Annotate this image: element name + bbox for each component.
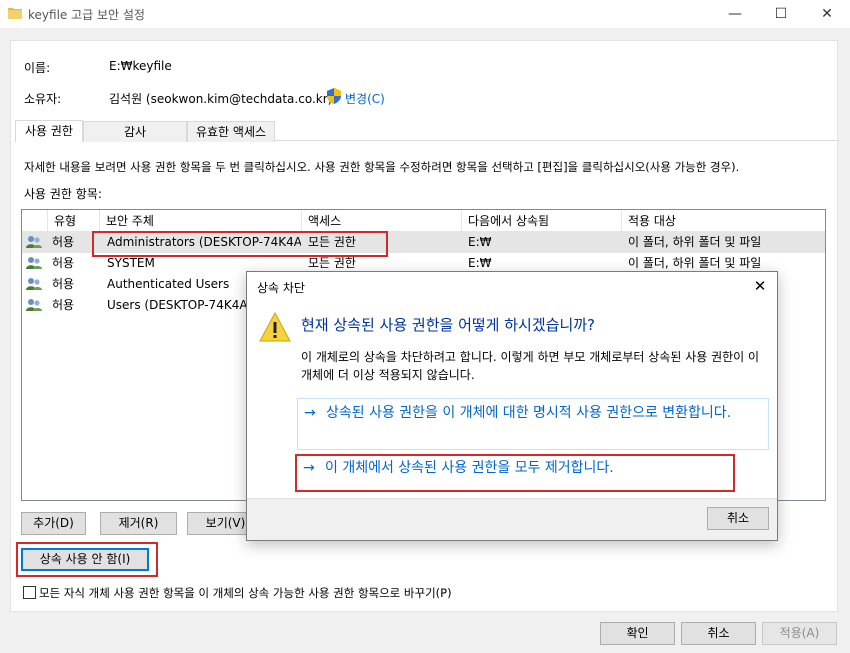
dialog-title: 상속 차단 xyxy=(257,281,305,295)
close-button[interactable]: ✕ xyxy=(804,0,850,28)
cell-type: 허용 xyxy=(52,277,75,291)
column-type[interactable]: 유형 xyxy=(48,210,100,232)
replace-permissions-label: 모든 자식 개체 사용 권한 항목을 이 개체의 상속 가능한 사용 권한 항목… xyxy=(39,586,452,600)
column-principal[interactable]: 보안 주체 xyxy=(100,210,302,232)
dialog-cancel-button[interactable]: 취소 xyxy=(707,507,769,530)
change-owner-link[interactable]: 변경(C) xyxy=(345,90,385,107)
permission-entries-label: 사용 권한 항목: xyxy=(24,187,102,201)
column-access[interactable]: 액세스 xyxy=(302,210,462,232)
add-button[interactable]: 추가(D) xyxy=(21,512,86,535)
column-inherited-from[interactable]: 다음에서 상속됨 xyxy=(462,210,622,232)
title-bar: keyfile 고급 보안 설정 — ☐ ✕ xyxy=(0,0,850,28)
dialog-heading: 현재 상속된 사용 권한을 어떻게 하시겠습니까? xyxy=(301,316,596,334)
apply-button[interactable]: 적용(A) xyxy=(762,622,837,645)
name-value: E:₩keyfile xyxy=(109,59,172,73)
remove-inherited-permissions-option[interactable]: → 이 개체에서 상속된 사용 권한을 모두 제거합니다. xyxy=(297,456,769,482)
ok-button[interactable]: 확인 xyxy=(600,622,675,645)
convert-permissions-label: 상속된 사용 권한을 이 개체에 대한 명시적 사용 권한으로 변환합니다. xyxy=(326,405,732,421)
dialog-footer: 취소 xyxy=(247,498,777,540)
users-icon xyxy=(26,299,42,311)
minimize-button[interactable]: — xyxy=(712,0,758,28)
warning-icon xyxy=(259,312,291,342)
arrow-right-icon: → xyxy=(303,460,315,476)
header-spacer xyxy=(22,210,48,232)
dialog-description: 이 개체로의 상속을 차단하려고 합니다. 이렇게 하면 부모 개체로부터 상속… xyxy=(301,350,760,382)
arrow-right-icon: → xyxy=(304,405,316,421)
window-title: keyfile 고급 보안 설정 xyxy=(28,8,145,22)
cell-type: 허용 xyxy=(52,298,75,312)
users-icon xyxy=(26,236,42,248)
users-icon xyxy=(26,257,42,269)
users-icon xyxy=(26,278,42,290)
folder-icon xyxy=(8,8,22,19)
shield-icon xyxy=(327,88,341,104)
cancel-button[interactable]: 취소 xyxy=(681,622,756,645)
remove-button[interactable]: 제거(R) xyxy=(100,512,177,535)
cell-access: 모든 권한 xyxy=(308,235,356,249)
cell-principal: Administrators (DESKTOP-74K4AP... xyxy=(107,235,301,249)
name-label: 이름: xyxy=(24,61,51,75)
convert-permissions-option[interactable]: → 상속된 사용 권한을 이 개체에 대한 명시적 사용 권한으로 변환합니다. xyxy=(297,398,769,450)
owner-label: 소유자: xyxy=(24,92,62,106)
table-row[interactable]: 허용 Administrators (DESKTOP-74K4AP... 모든 … xyxy=(22,232,825,253)
replace-permissions-checkbox[interactable] xyxy=(23,586,36,599)
tab-permissions[interactable]: 사용 권한 xyxy=(15,120,83,142)
instructions-text: 자세한 내용을 보려면 사용 권한 항목을 두 번 클릭하십시오. 사용 권한 … xyxy=(24,160,740,174)
remove-inherited-permissions-label: 이 개체에서 상속된 사용 권한을 모두 제거합니다. xyxy=(325,460,614,476)
disable-inheritance-button[interactable]: 상속 사용 안 함(I) xyxy=(21,548,149,571)
cell-type: 허용 xyxy=(52,235,75,249)
dialog-close-button[interactable]: ✕ xyxy=(743,272,777,300)
cell-inherited: E:₩ xyxy=(468,235,492,249)
cell-type: 허용 xyxy=(52,256,75,270)
list-header: 유형 보안 주체 액세스 다음에서 상속됨 적용 대상 xyxy=(22,210,825,232)
maximize-button[interactable]: ☐ xyxy=(758,0,804,28)
tab-auditing[interactable]: 감사 xyxy=(83,121,187,142)
column-applies-to[interactable]: 적용 대상 xyxy=(622,210,825,232)
block-inheritance-dialog: 상속 차단 ✕ 현재 상속된 사용 권한을 어떻게 하시겠습니까? 이 개체로의… xyxy=(246,271,778,541)
cell-applies: 이 폴더, 하위 폴더 및 파일 xyxy=(628,235,762,249)
tab-effective-access[interactable]: 유효한 액세스 xyxy=(187,121,275,142)
owner-value: 김석원 (seokwon.kim@techdata.co.kr) xyxy=(109,92,333,106)
